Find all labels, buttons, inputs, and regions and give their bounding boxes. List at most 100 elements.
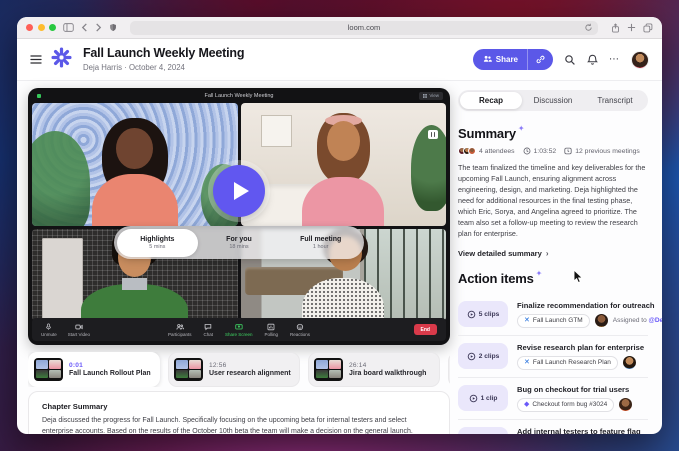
assigned-label: Assigned to @Deja Harris bbox=[613, 317, 662, 324]
meeting-titlebar: Fall Launch Weekly Meeting View bbox=[28, 88, 450, 103]
participant-tile-2 bbox=[240, 103, 446, 226]
action-item: 1 clip Bug on checkout for trial users ◆… bbox=[458, 376, 648, 419]
chat-icon bbox=[204, 323, 212, 330]
chapter-card[interactable]: 12:56 User research alignment bbox=[168, 352, 300, 387]
reload-icon[interactable] bbox=[584, 23, 593, 32]
browser-chrome: loom.com bbox=[17, 17, 662, 39]
browser-window: loom.com Fall Launch Weekly Meeting Deja… bbox=[17, 17, 662, 434]
people-icon bbox=[483, 55, 492, 65]
end-meeting-button[interactable]: End bbox=[413, 324, 437, 335]
tab-recap[interactable]: Recap bbox=[460, 92, 522, 109]
copy-link-button[interactable] bbox=[527, 49, 553, 70]
sparkle-icon: ✦ bbox=[517, 124, 525, 133]
assignee-avatar[interactable] bbox=[622, 356, 636, 370]
chapter-card[interactable] bbox=[448, 352, 450, 387]
shield-icon[interactable] bbox=[109, 23, 117, 32]
recap-panel: Recap Discussion Transcript Summary ✦ 4 … bbox=[458, 90, 662, 434]
url-text: loom.com bbox=[347, 23, 381, 32]
forward-icon[interactable] bbox=[95, 23, 102, 32]
start-video-button[interactable]: Start Video bbox=[68, 323, 90, 337]
more-options-icon[interactable]: ⋯ bbox=[609, 54, 620, 65]
segment-for-you[interactable]: For you 18 mins bbox=[198, 229, 280, 257]
loom-logo[interactable] bbox=[51, 46, 72, 73]
previous-meetings-meta: 12 previous meetings bbox=[564, 147, 640, 155]
play-button[interactable] bbox=[213, 165, 265, 217]
chapter-thumbnail bbox=[34, 358, 63, 381]
microphone-icon bbox=[46, 322, 52, 330]
action-item: 2 clips Revise research plan for enterpr… bbox=[458, 334, 648, 377]
summary-body: The team finalized the timeline and key … bbox=[458, 163, 646, 238]
tab-transcript[interactable]: Transcript bbox=[584, 92, 646, 109]
play-clips-icon bbox=[467, 310, 476, 318]
attendee-avatars bbox=[458, 147, 476, 155]
summary-heading: Summary bbox=[458, 126, 516, 141]
menu-icon[interactable] bbox=[30, 55, 42, 64]
new-tab-icon[interactable] bbox=[627, 23, 636, 32]
mouse-cursor bbox=[573, 269, 584, 284]
close-window-button[interactable] bbox=[26, 24, 33, 31]
gallery-toggle-icon[interactable] bbox=[427, 129, 438, 139]
participants-icon bbox=[176, 323, 184, 330]
jira-icon: ◆ bbox=[524, 401, 530, 409]
chapter-summary-body: Deja discussed the progress for Fall Lau… bbox=[42, 417, 413, 434]
assignee-avatar[interactable] bbox=[619, 398, 633, 412]
clips-pill[interactable]: 1 clip bbox=[458, 427, 508, 434]
camera-icon bbox=[75, 324, 83, 329]
tab-discussion[interactable]: Discussion bbox=[522, 92, 584, 109]
assignee-avatar[interactable] bbox=[594, 314, 608, 328]
attendees-meta: 4 attendees bbox=[458, 147, 515, 155]
doc-tag-chip[interactable]: ✕ Fall Launch GTM bbox=[517, 313, 590, 328]
clips-pill[interactable]: 2 clips bbox=[458, 343, 508, 370]
chapter-thumbnail bbox=[314, 358, 343, 381]
chapter-thumbnail bbox=[174, 358, 203, 381]
action-item-title: Finalize recommendation for outreach bbox=[517, 300, 655, 310]
unmute-button[interactable]: Unmute bbox=[41, 322, 57, 337]
tab-overview-icon[interactable] bbox=[643, 22, 653, 33]
participants-button[interactable]: Participants bbox=[168, 323, 191, 337]
clips-pill[interactable]: 5 clips bbox=[458, 301, 508, 328]
user-avatar[interactable] bbox=[631, 50, 649, 69]
page-title: Fall Launch Weekly Meeting bbox=[83, 46, 245, 61]
playback-mode-switcher: Highlights 5 mins For you 18 mins Full m… bbox=[114, 226, 364, 259]
action-item-title: Revise research plan for enterprise bbox=[517, 342, 645, 352]
maximize-window-button[interactable] bbox=[49, 24, 56, 31]
clips-pill[interactable]: 1 clip bbox=[458, 385, 508, 412]
action-item-title: Bug on checkout for trial users bbox=[517, 384, 630, 394]
segment-full-meeting[interactable]: Full meeting 1 hour bbox=[280, 229, 362, 257]
address-bar[interactable]: loom.com bbox=[130, 20, 598, 35]
panel-tabs: Recap Discussion Transcript bbox=[458, 90, 648, 111]
share-screen-icon bbox=[235, 323, 243, 329]
action-items-heading: Action items bbox=[458, 270, 534, 286]
view-button[interactable]: View bbox=[419, 91, 443, 100]
meeting-title: Fall Launch Weekly Meeting bbox=[204, 92, 274, 99]
action-item-title: Add internal testers to feature flag bbox=[517, 426, 641, 434]
reactions-icon bbox=[296, 323, 304, 330]
chapter-card[interactable]: 0:01 Fall Launch Rollout Plan bbox=[28, 352, 160, 387]
play-clips-icon bbox=[469, 394, 477, 402]
share-screen-button[interactable]: Share Screen bbox=[225, 323, 253, 337]
doc-tag-chip[interactable]: ✕ Fall Launch Research Plan bbox=[517, 355, 618, 370]
polling-button[interactable]: Polling bbox=[265, 323, 278, 337]
assignee-link[interactable]: @Deja Harris bbox=[649, 317, 662, 324]
sparkle-icon: ✦ bbox=[535, 268, 543, 278]
view-detailed-summary-link[interactable]: View detailed summary › bbox=[458, 249, 648, 258]
segment-highlights[interactable]: Highlights 5 mins bbox=[116, 228, 199, 257]
search-icon[interactable] bbox=[564, 54, 576, 66]
confluence-icon: ✕ bbox=[524, 317, 530, 325]
share-button[interactable]: Share bbox=[472, 49, 553, 70]
notifications-icon[interactable] bbox=[587, 54, 598, 66]
back-icon[interactable] bbox=[81, 23, 88, 32]
window-controls[interactable] bbox=[26, 24, 56, 31]
chevron-right-icon: › bbox=[545, 248, 549, 258]
sidebar-icon[interactable] bbox=[63, 23, 74, 32]
chapter-card[interactable]: 26:14 Jira board walkthrough bbox=[308, 352, 440, 387]
export-share-icon[interactable] bbox=[611, 22, 620, 33]
chat-button[interactable]: Chat bbox=[203, 323, 213, 337]
bug-tag-chip[interactable]: ◆ Checkout form bug #3024 bbox=[517, 397, 615, 412]
action-item: 1 clip Add internal testers to feature f… bbox=[458, 418, 648, 434]
minimize-window-button[interactable] bbox=[37, 24, 45, 31]
reactions-button[interactable]: Reactions bbox=[290, 323, 310, 337]
clock-icon bbox=[523, 147, 530, 155]
video-player[interactable]: Fall Launch Weekly Meeting View Highligh… bbox=[28, 88, 450, 345]
participant-tile-1 bbox=[32, 103, 238, 226]
